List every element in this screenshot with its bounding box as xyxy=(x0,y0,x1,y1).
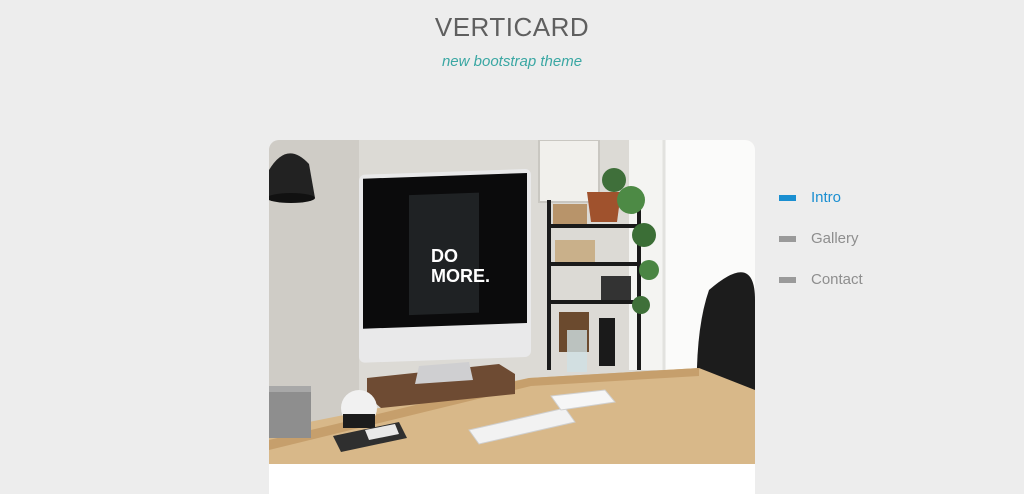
hero-photo-workspace: DO MORE. xyxy=(269,140,755,464)
nav-marker-icon xyxy=(779,277,796,283)
site-tagline: new bootstrap theme xyxy=(441,53,583,70)
page: VERTICARD new bootstrap theme DO MORE. I… xyxy=(0,0,1024,494)
screen-text-more: MORE. xyxy=(431,266,490,286)
nav-item-label: Contact xyxy=(811,271,863,288)
intro-card: DO MORE. xyxy=(269,140,755,494)
site-title: VERTICARD xyxy=(434,12,590,42)
nav-marker-icon xyxy=(779,195,796,201)
screen-text-do: DO xyxy=(431,246,458,266)
nav-marker-icon xyxy=(779,236,796,242)
nav-item-label: Intro xyxy=(811,189,842,206)
nav-item-label: Gallery xyxy=(811,230,859,247)
